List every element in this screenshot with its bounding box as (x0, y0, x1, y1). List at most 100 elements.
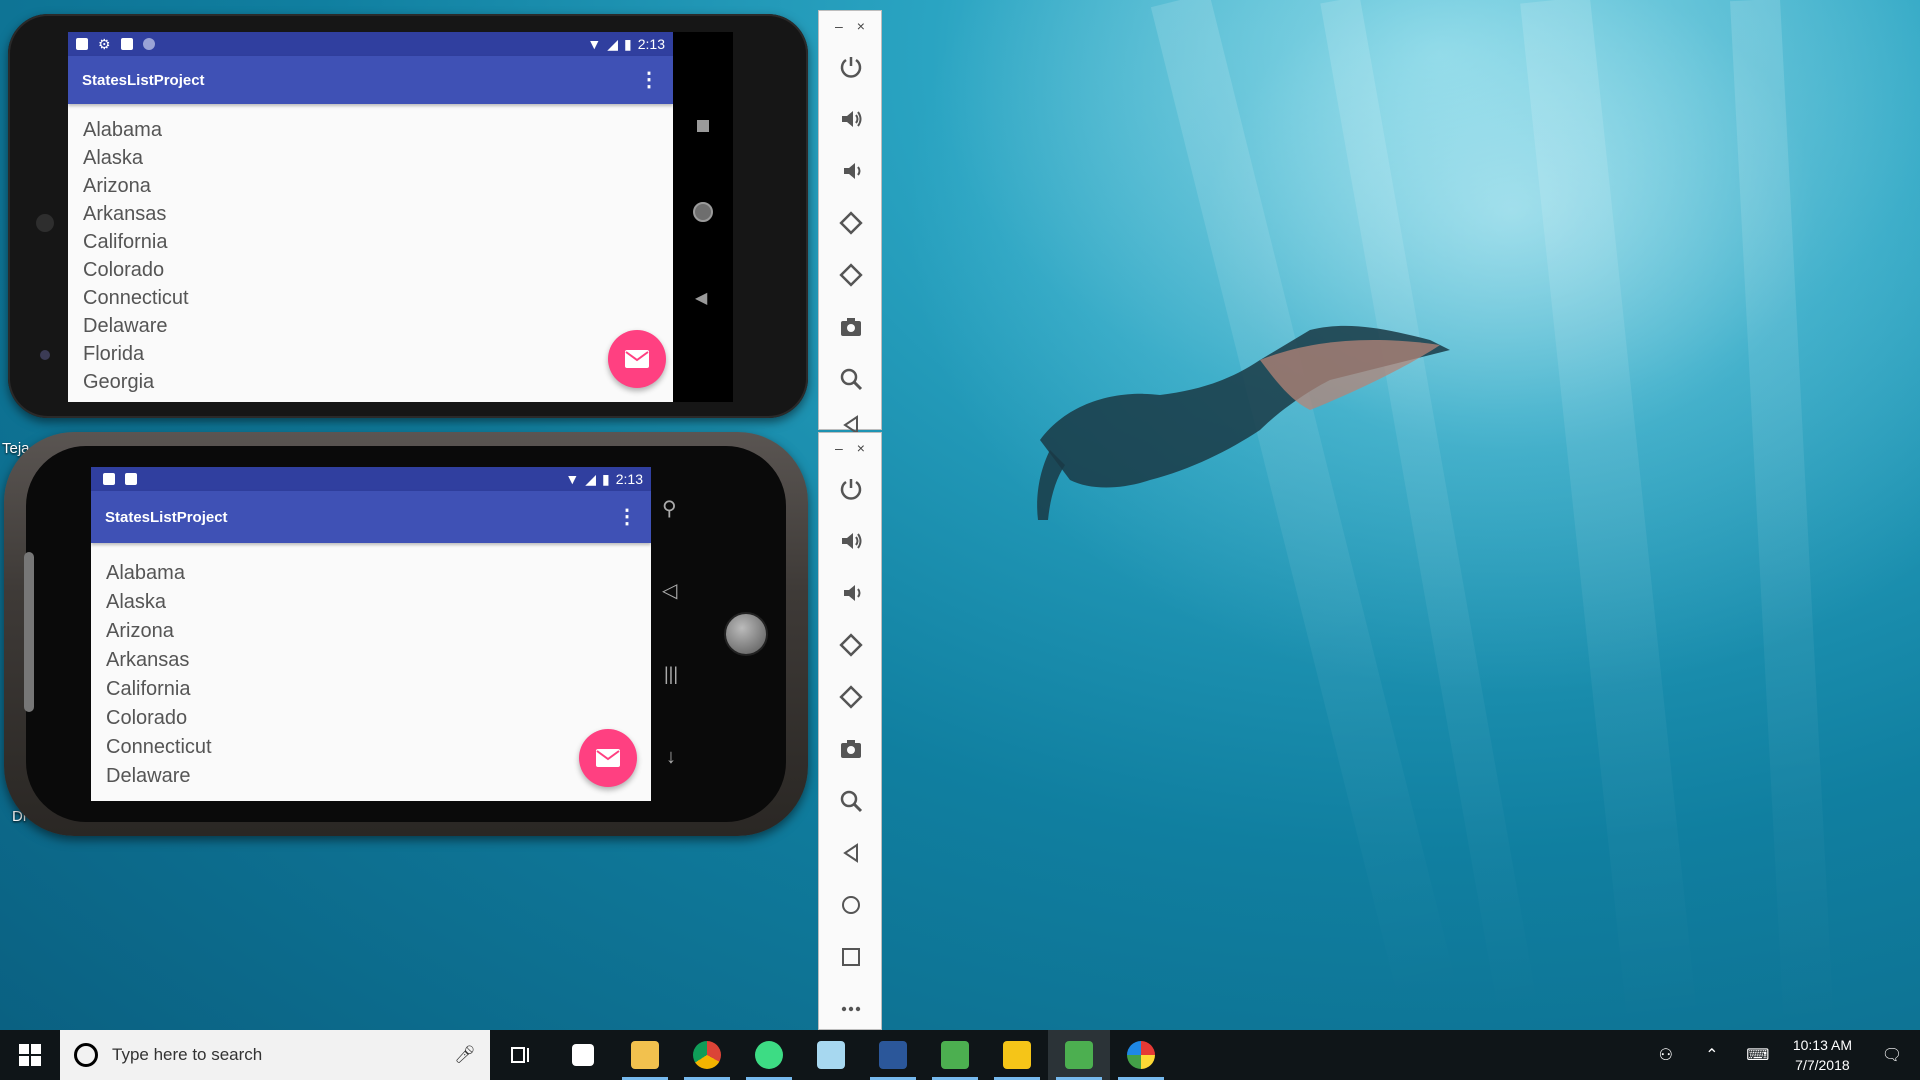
home-circle-icon[interactable] (693, 202, 713, 222)
close-button[interactable]: × (857, 18, 865, 34)
volume-up-icon (842, 533, 862, 549)
zoom-icon (840, 790, 863, 813)
app-bar: StatesListProject ⋮ (68, 56, 673, 104)
list-item[interactable]: Arizona (68, 172, 673, 200)
list-item[interactable]: Alaska (91, 588, 651, 617)
list-item[interactable]: California (91, 675, 651, 704)
zoom-button[interactable] (819, 353, 883, 405)
app-title: StatesListProject (82, 71, 205, 89)
down-arrow-icon[interactable]: ↓ (666, 746, 676, 769)
email-fab-button[interactable] (579, 729, 637, 787)
minimize-button[interactable]: – (835, 440, 843, 456)
sticky-notes-icon (572, 1044, 594, 1066)
notifications-icon[interactable]: 🗨︎ (1864, 1045, 1920, 1065)
search-box[interactable]: Type here to search 🎤︎ (60, 1030, 490, 1080)
list-item[interactable]: California (68, 228, 673, 256)
emulator-toolbar-top: – × (818, 10, 883, 435)
list-item[interactable]: Arkansas (68, 200, 673, 228)
notepad-button[interactable] (800, 1030, 862, 1080)
trackball-button[interactable] (724, 612, 768, 656)
rotate-left-button[interactable] (819, 197, 883, 249)
start-button[interactable] (0, 1030, 60, 1080)
sticky-notes-button[interactable] (552, 1030, 614, 1080)
overflow-menu-icon[interactable]: ⋮ (639, 70, 659, 90)
battery-icon: ▮ (602, 470, 610, 487)
list-item[interactable]: Delaware (91, 762, 651, 791)
states-list[interactable]: Alabama Alaska Arizona Arkansas Californ… (68, 104, 673, 396)
volume-down-icon (844, 585, 861, 601)
task-view-button[interactable] (490, 1030, 552, 1080)
paint-icon (1127, 1041, 1155, 1069)
list-item[interactable]: Connecticut (91, 733, 651, 762)
people-icon[interactable]: ⚇ (1643, 1045, 1689, 1065)
list-item[interactable]: Alabama (68, 116, 673, 144)
taskbar: Type here to search 🎤︎ ⚇ ⌃ ⌨ 10:13 AM 7/… (0, 1030, 1920, 1080)
back-triangle-icon[interactable]: ◀ (695, 288, 707, 308)
app-screen: ▼ ◢ ▮ 2:13 StatesListProject ⋮ Alabama A… (91, 467, 651, 801)
rotate-right-button[interactable] (819, 671, 883, 723)
rotate-right-button[interactable] (819, 249, 883, 301)
android-studio-icon (755, 1041, 783, 1069)
chevron-up-icon[interactable]: ⌃ (1689, 1045, 1735, 1065)
app-green2-button[interactable] (1048, 1030, 1110, 1080)
windows-logo-icon (19, 1044, 41, 1066)
screenshot-button[interactable] (819, 301, 883, 353)
camera-icon (841, 740, 861, 758)
back-button[interactable] (819, 827, 883, 879)
more-button[interactable] (819, 983, 883, 1035)
volume-down-button[interactable] (819, 567, 883, 619)
overview-icon (842, 948, 860, 966)
zoom-button[interactable] (819, 775, 883, 827)
volume-down-button[interactable] (819, 145, 883, 197)
app-yellow-button[interactable] (986, 1030, 1048, 1080)
microphone-icon[interactable]: 🎤︎ (454, 1045, 476, 1065)
square-icon[interactable] (697, 120, 709, 132)
menu-icon[interactable]: ||| (664, 664, 678, 685)
clock[interactable]: 10:13 AM 7/7/2018 (1781, 1035, 1864, 1075)
file-explorer-button[interactable] (614, 1030, 676, 1080)
rotate-left-button[interactable] (819, 619, 883, 671)
list-item[interactable]: Alaska (68, 144, 673, 172)
list-item[interactable]: Georgia (68, 368, 673, 396)
screenshot-button[interactable] (819, 723, 883, 775)
overflow-menu-icon[interactable]: ⋮ (617, 507, 637, 527)
power-button[interactable] (819, 41, 883, 93)
volume-up-button[interactable] (819, 515, 883, 567)
back-icon[interactable]: ◁ (662, 578, 677, 603)
list-item[interactable]: Colorado (68, 256, 673, 284)
window-controls: – × (819, 11, 881, 41)
list-item[interactable]: Arkansas (91, 646, 651, 675)
list-item[interactable]: Connecticut (68, 284, 673, 312)
power-button[interactable] (819, 463, 883, 515)
email-fab-button[interactable] (608, 330, 666, 388)
overview-button[interactable] (819, 931, 883, 983)
search-icon[interactable]: ⚲ (662, 496, 677, 521)
volume-up-button[interactable] (819, 93, 883, 145)
list-item[interactable]: Delaware (68, 312, 673, 340)
list-item[interactable]: Alabama (91, 559, 651, 588)
emulator-phone-top: ⚙ ▼ ◢ ▮ 2:13 StatesListProject ⋮ Alabama… (8, 14, 808, 418)
list-item[interactable]: Arizona (91, 617, 651, 646)
list-item[interactable]: Colorado (91, 704, 651, 733)
circle-icon (142, 38, 155, 50)
chrome-button[interactable] (676, 1030, 738, 1080)
word-button[interactable] (862, 1030, 924, 1080)
nav-bar: ◀ (673, 32, 733, 402)
volume-up-icon (842, 111, 862, 127)
list-item[interactable]: Florida (68, 340, 673, 368)
keyboard-icon[interactable]: ⌨ (1735, 1045, 1781, 1065)
power-icon (840, 57, 862, 78)
close-button[interactable]: × (857, 440, 865, 456)
home-button[interactable] (819, 879, 883, 931)
a-icon (125, 473, 137, 485)
paint-button[interactable] (1110, 1030, 1172, 1080)
system-tray: ⚇ ⌃ ⌨ 10:13 AM 7/7/2018 🗨︎ (1643, 1030, 1920, 1080)
minimize-button[interactable]: – (835, 18, 843, 34)
wifi-icon: ▼ (565, 471, 580, 487)
android-studio-button[interactable] (738, 1030, 800, 1080)
app-yellow-icon (1003, 1041, 1031, 1069)
signal-icon: ◢ (585, 470, 597, 487)
clock-time: 10:13 AM (1792, 1037, 1852, 1053)
states-list[interactable]: Alabama Alaska Arizona Arkansas Californ… (91, 543, 651, 791)
app-green-button[interactable] (924, 1030, 986, 1080)
